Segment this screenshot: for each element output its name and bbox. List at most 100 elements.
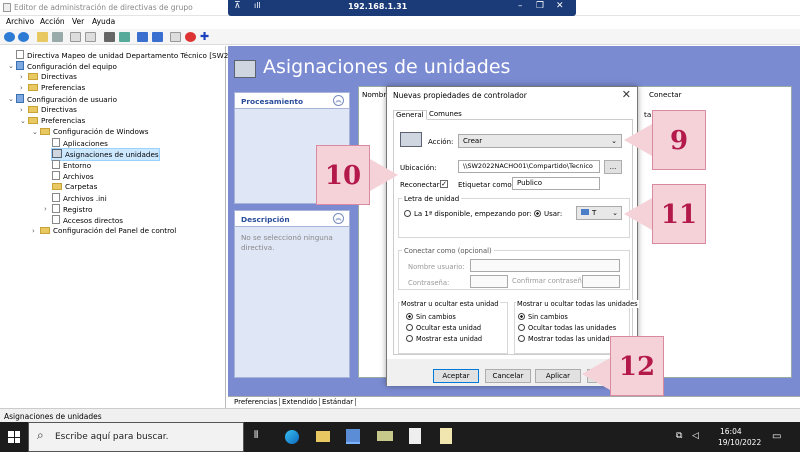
drive-tool-icon[interactable] xyxy=(377,431,393,441)
tree-item[interactable]: Configuración del Panel de control xyxy=(40,226,176,236)
show-hide-tree-icon[interactable] xyxy=(52,32,63,42)
minimize-icon[interactable]: – xyxy=(518,1,523,11)
tree-item[interactable]: Configuración del equipo xyxy=(16,61,117,72)
expand-chevron-icon[interactable]: › xyxy=(20,73,23,81)
tree-item[interactable]: Configuración de usuario xyxy=(16,94,117,105)
collapse-icon[interactable]: ︽ xyxy=(333,95,344,106)
close-icon[interactable]: ✕ xyxy=(556,1,564,11)
confirm-password-input[interactable] xyxy=(582,275,620,288)
network-icon[interactable]: ⧉ xyxy=(676,431,682,441)
show-this-radio[interactable]: Mostrar esta unidad xyxy=(406,335,482,343)
reconnect-label: Reconectar: xyxy=(400,181,442,189)
tree-item[interactable]: Registro xyxy=(52,204,92,215)
drive-letter-select[interactable]: T ⌄ xyxy=(576,206,622,220)
dialog-close-icon[interactable]: ✕ xyxy=(622,88,631,101)
menu-ayuda[interactable]: Ayuda xyxy=(92,17,115,26)
server-manager-icon[interactable] xyxy=(346,429,360,444)
start-icon[interactable] xyxy=(8,431,20,443)
apply-button[interactable]: Aplicar xyxy=(535,369,581,383)
status-text: Asignaciones de unidades xyxy=(4,412,102,421)
use-radio[interactable]: Usar: xyxy=(534,210,562,218)
notepad-icon[interactable] xyxy=(440,428,452,444)
print-icon[interactable] xyxy=(104,32,115,42)
tree-item-label: Configuración del equipo xyxy=(27,62,117,71)
export-icon[interactable] xyxy=(119,32,130,42)
collapse-chevron-icon[interactable]: ⌄ xyxy=(8,62,14,70)
menu-ver[interactable]: Ver xyxy=(72,17,84,26)
description-title: Descripción xyxy=(241,215,290,224)
expand-chevron-icon[interactable]: › xyxy=(32,227,35,235)
tab-estandar[interactable]: Estándar xyxy=(320,398,357,406)
cancel-button[interactable]: Cancelar xyxy=(485,369,531,383)
tree-item[interactable]: Archivos xyxy=(52,171,94,182)
tab-preferencias[interactable]: Preferencias xyxy=(232,398,281,406)
up-folder-icon[interactable] xyxy=(37,32,48,42)
tab-extendido[interactable]: Extendido xyxy=(280,398,321,406)
accept-button[interactable]: Aceptar xyxy=(433,369,479,383)
tree-item[interactable]: Accesos directos xyxy=(52,215,123,226)
restore-icon[interactable]: ❐ xyxy=(536,1,544,11)
task-view-icon[interactable]: ⫴ xyxy=(254,430,258,441)
edge-icon[interactable] xyxy=(285,430,299,444)
explorer-icon[interactable] xyxy=(316,431,330,442)
show-all-radio[interactable]: Mostrar todas las unidades xyxy=(518,335,617,343)
folder-icon xyxy=(28,73,38,80)
browse-button[interactable]: ... xyxy=(604,160,622,174)
new-item-icon[interactable] xyxy=(170,32,181,42)
tree-item[interactable]: Preferencias xyxy=(28,83,85,93)
tree-item[interactable]: Directivas xyxy=(28,105,77,115)
add-icon[interactable]: ✚ xyxy=(200,31,211,42)
password-input[interactable] xyxy=(470,275,508,288)
hide-this-radio[interactable]: Ocultar esta unidad xyxy=(406,324,481,332)
taskbar-search[interactable]: ⌕ Escribe aquí para buscar. xyxy=(28,422,244,452)
tree-item[interactable]: Directivas xyxy=(28,72,77,82)
forward-icon[interactable] xyxy=(18,32,29,42)
first-available-radio[interactable]: La 1ª disponible, empezando por: xyxy=(404,210,532,218)
label-as-input[interactable]: Publico xyxy=(512,177,600,190)
tree-item[interactable]: Carpetas xyxy=(52,182,97,192)
collapse-chevron-icon[interactable]: ⌄ xyxy=(32,128,38,136)
details-icon[interactable] xyxy=(152,32,163,42)
paste-icon[interactable] xyxy=(85,32,96,42)
tree-item[interactable]: Aplicaciones xyxy=(52,138,108,149)
no-changes-all-radio[interactable]: Sin cambios xyxy=(518,313,568,321)
no-changes-radio[interactable]: Sin cambios xyxy=(406,313,456,321)
column-connect[interactable]: Conectar xyxy=(649,90,682,99)
menu-archivo[interactable]: Archivo xyxy=(6,17,34,26)
signal-icon: ıll xyxy=(254,1,261,10)
expand-chevron-icon[interactable]: › xyxy=(20,106,23,114)
document-icon[interactable] xyxy=(409,428,421,444)
callout-10-arrow xyxy=(370,159,398,191)
expand-chevron-icon[interactable]: › xyxy=(20,84,23,92)
reconnect-checkbox[interactable]: ✓ xyxy=(440,180,448,188)
volume-icon[interactable]: ◁ xyxy=(692,431,699,441)
tree-item[interactable]: Archivos .ini xyxy=(52,193,107,204)
label-as-label: Etiquetar como: xyxy=(458,181,515,189)
callout-12: 12 xyxy=(610,336,664,396)
back-icon[interactable] xyxy=(4,32,15,42)
action-select[interactable]: Crear ⌄ xyxy=(458,134,622,148)
rdp-connection-bar[interactable]: ⊼ ıll 192.168.1.31 – ❐ ✕ xyxy=(228,0,576,16)
tree-item[interactable]: Entorno xyxy=(52,160,91,171)
registry-icon xyxy=(52,204,60,213)
location-input[interactable]: \\SW2022NACHO01\Compartido\Tecnico xyxy=(458,160,600,173)
collapse-icon[interactable]: ︽ xyxy=(333,213,344,224)
collapse-chevron-icon[interactable]: ⌄ xyxy=(8,95,14,103)
show-hide-group-title: Mostrar u ocultar esta unidad xyxy=(400,300,500,308)
pin-icon[interactable]: ⊼ xyxy=(234,1,241,11)
hide-all-radio[interactable]: Ocultar todas las unidades xyxy=(518,324,616,332)
help-icon[interactable] xyxy=(137,32,148,42)
tree-item[interactable]: Preferencias xyxy=(28,116,85,126)
tab-general[interactable]: General xyxy=(393,110,427,120)
tree-item[interactable]: Asignaciones de unidades xyxy=(51,148,160,161)
tree-item[interactable]: Configuración de Windows xyxy=(40,127,149,137)
delete-icon[interactable] xyxy=(185,32,196,42)
username-input[interactable] xyxy=(470,259,620,272)
drive-map-icon xyxy=(234,60,256,78)
copy-icon[interactable] xyxy=(70,32,81,42)
tab-comunes[interactable]: Comunes xyxy=(427,110,464,118)
expand-chevron-icon[interactable]: › xyxy=(44,205,47,213)
collapse-chevron-icon[interactable]: ⌄ xyxy=(20,117,26,125)
notifications-icon[interactable]: ▭ xyxy=(772,431,781,442)
menu-accion[interactable]: Acción xyxy=(40,17,65,26)
